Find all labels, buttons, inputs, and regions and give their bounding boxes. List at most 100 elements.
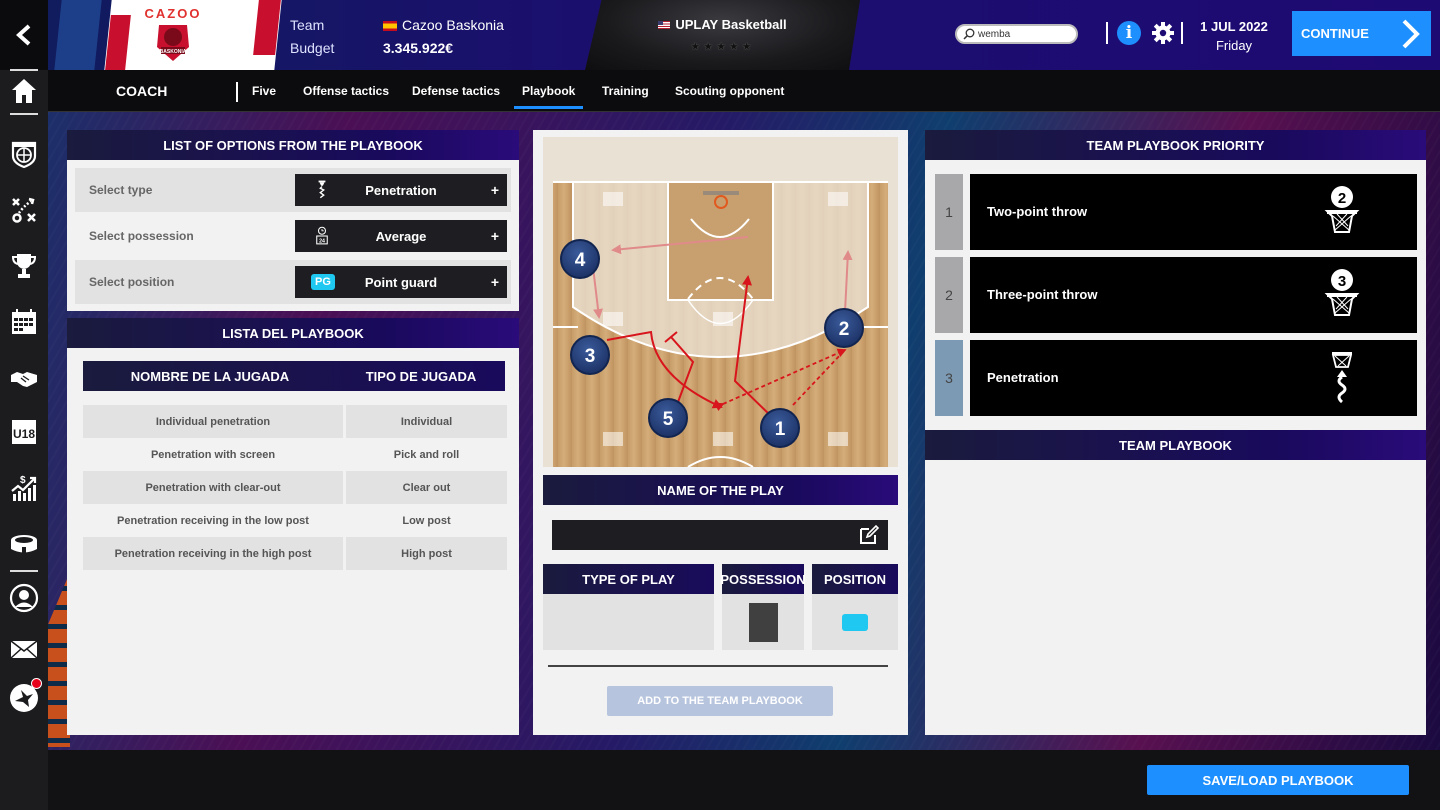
play-name-field[interactable] <box>552 520 888 550</box>
svg-text:2: 2 <box>1338 190 1346 207</box>
sidebar-divider <box>10 113 38 115</box>
sidebar-item-stadium[interactable] <box>8 528 40 560</box>
add-to-team-playbook-button[interactable]: ADD TO THE TEAM PLAYBOOK <box>607 686 833 716</box>
column-header-type: TIPO DE JUGADA <box>365 368 477 384</box>
search-input[interactable] <box>978 28 1068 40</box>
sidebar-item-tactics[interactable] <box>8 194 40 226</box>
u18-icon: U18 <box>12 420 36 444</box>
priority-item-penetration[interactable]: Penetration <box>970 340 1417 416</box>
sidebar-divider <box>10 570 38 572</box>
table-row[interactable]: Individual penetration Individual <box>83 405 507 438</box>
sidebar-item-mail[interactable] <box>8 633 40 665</box>
play-name-input[interactable] <box>560 527 858 543</box>
league-name: UPLAY Basketball <box>675 17 787 32</box>
sidebar-item-finances[interactable]: $ <box>8 472 40 504</box>
search-box[interactable] <box>955 24 1078 44</box>
tab-offense-tactics[interactable]: Offense tactics <box>303 84 389 98</box>
type-dropdown[interactable]: Penetration + <box>295 174 507 206</box>
player-marker-1[interactable]: 1 <box>760 408 800 448</box>
position-value: Point guard <box>364 274 438 290</box>
svg-text:4: 4 <box>575 250 586 271</box>
position-dropdown[interactable]: PG Point guard + <box>295 266 507 298</box>
table-row[interactable]: Penetration receiving in the high post H… <box>83 537 507 570</box>
table-row[interactable]: Penetration with clear-out Clear out <box>83 471 507 504</box>
tab-training[interactable]: Training <box>602 84 649 98</box>
select-possession-row: Select possession 24 Average + <box>75 214 511 258</box>
stadium-icon <box>11 535 37 553</box>
calendar-icon <box>12 309 36 334</box>
panel-title: TEAM PLAYBOOK PRIORITY <box>925 130 1426 160</box>
sidebar-item-youth[interactable]: U18 <box>8 416 40 448</box>
two-point-basket-icon: 2 <box>1324 186 1360 233</box>
play-type: Individual <box>346 405 507 438</box>
weekday-text: Friday <box>1215 38 1253 53</box>
select-type-row: Select type Penetration + <box>75 168 511 212</box>
sub-navigation: COACH Five Offense tactics Defense tacti… <box>48 70 1440 112</box>
team-playbook-list <box>925 460 1426 736</box>
tab-five[interactable]: Five <box>252 84 276 98</box>
basketball-court-diagram[interactable]: 4 3 2 5 1 <box>543 137 898 467</box>
section-title: COACH <box>116 83 168 99</box>
possession-dropdown[interactable]: 24 Average + <box>295 220 507 252</box>
select-position-row: Select position PG Point guard + <box>75 260 511 304</box>
priority-label: Penetration <box>987 370 1059 385</box>
priority-item-three-point[interactable]: Three-point throw 3 <box>970 257 1417 333</box>
team-label: Team <box>290 17 325 33</box>
divider <box>548 665 888 667</box>
sidebar-item-calendar[interactable] <box>8 306 40 338</box>
sidebar-item-team[interactable] <box>8 138 40 170</box>
panel-title: LIST OF OPTIONS FROM THE PLAYBOOK <box>67 130 519 160</box>
table-row[interactable]: Penetration with screen Pick and roll <box>83 438 507 471</box>
spain-flag-icon <box>383 21 397 31</box>
handshake-icon <box>11 372 37 387</box>
header-divider <box>1181 22 1183 44</box>
top-header: CAZOO BASKONIA Team Budget Cazoo Baskoni… <box>0 0 1440 70</box>
possession-indicator <box>748 602 778 642</box>
info-icon[interactable]: i <box>1117 21 1141 45</box>
type-of-play-value <box>543 594 714 650</box>
paint-area <box>667 181 774 301</box>
priority-item-two-point[interactable]: Two-point throw 2 <box>970 174 1417 250</box>
type-of-play-header: TYPE OF PLAY <box>543 564 714 594</box>
team-playbook-header: TEAM PLAYBOOK <box>925 430 1426 460</box>
continue-button[interactable]: CONTINUE <box>1292 11 1431 56</box>
penetration-icon <box>311 179 333 201</box>
profile-icon <box>9 583 39 613</box>
sidebar-item-competitions[interactable] <box>8 250 40 282</box>
team-info-values: Cazoo Baskonia 3.345.922€ <box>383 14 504 60</box>
gear-icon[interactable] <box>1151 21 1175 45</box>
club-logo[interactable]: CAZOO BASKONIA <box>135 6 211 66</box>
svg-text:3: 3 <box>585 346 596 367</box>
select-type-label: Select type <box>89 183 153 197</box>
type-value: Penetration <box>365 182 437 198</box>
back-button[interactable] <box>0 0 48 70</box>
date-text: 1 JUL 2022 <box>1200 19 1268 34</box>
player-marker-3[interactable]: 3 <box>570 335 610 375</box>
sidebar-item-transfers[interactable] <box>8 362 40 394</box>
save-load-playbook-button[interactable]: SAVE/LOAD PLAYBOOK <box>1147 765 1409 795</box>
player-marker-4[interactable]: 4 <box>560 239 600 279</box>
possession-value: Average <box>375 228 427 244</box>
tab-defense-tactics[interactable]: Defense tactics <box>412 84 500 98</box>
sidebar-item-home[interactable] <box>8 75 40 107</box>
sidebar-item-news[interactable] <box>8 678 42 714</box>
edit-icon[interactable] <box>858 524 880 546</box>
svg-text:5: 5 <box>663 409 674 430</box>
usa-flag-icon <box>658 21 671 29</box>
backboard <box>703 191 739 195</box>
budget-label: Budget <box>290 40 335 56</box>
player-marker-2[interactable]: 2 <box>824 308 864 348</box>
possession-value-cell <box>722 594 804 650</box>
continue-label: CONTINUE <box>1301 26 1369 41</box>
svg-text:1: 1 <box>775 419 786 440</box>
league-box[interactable]: UPLAY Basketball ★★★★★ <box>585 0 860 70</box>
table-row[interactable]: Penetration receiving in the low post Lo… <box>83 504 507 537</box>
play-name: Penetration receiving in the high post <box>83 537 343 570</box>
plus-icon: + <box>490 228 499 244</box>
tab-scouting-opponent[interactable]: Scouting opponent <box>675 84 784 98</box>
play-name: Penetration with clear-out <box>83 471 343 504</box>
player-marker-5[interactable]: 5 <box>648 398 688 438</box>
priority-row: 1 Two-point throw 2 <box>935 174 1417 250</box>
tab-playbook[interactable]: Playbook <box>513 84 584 109</box>
sidebar-item-profile[interactable] <box>8 582 40 614</box>
